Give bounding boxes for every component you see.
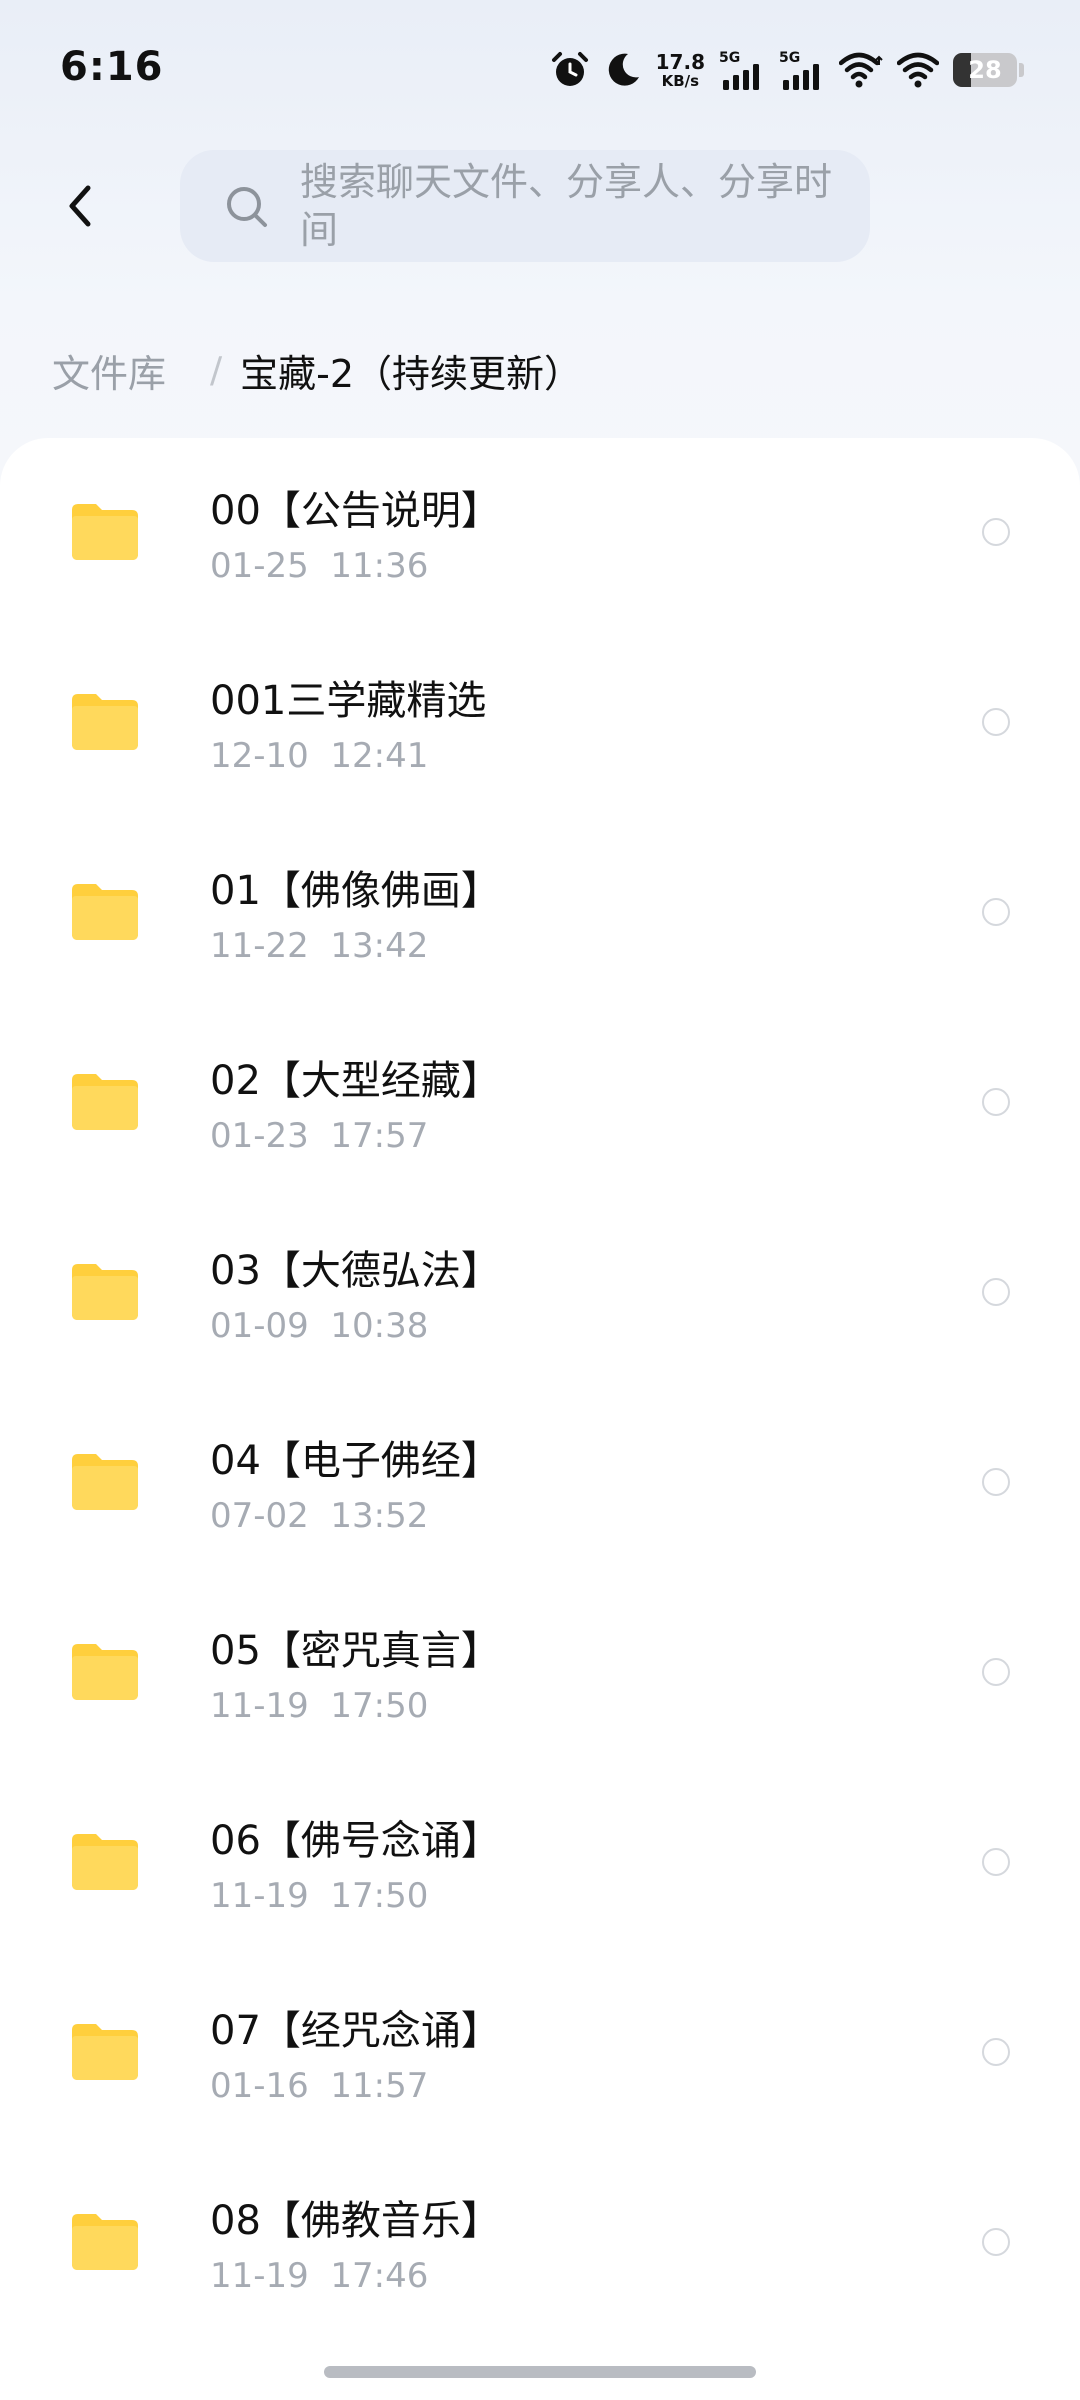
file-list: 00【公告说明】 01-25 11:36 001三学藏精选 12-10 12:4… xyxy=(0,438,1080,2400)
select-radio[interactable] xyxy=(982,2228,1010,2256)
file-name: 08【佛教音乐】 xyxy=(210,2198,501,2244)
file-name: 02【大型经藏】 xyxy=(210,1058,501,1104)
folder-icon xyxy=(72,1644,138,1700)
wifi-icon xyxy=(839,52,883,88)
file-time: 07-02 13:52 xyxy=(210,1496,429,1536)
list-item[interactable]: 04【电子佛经】 07-02 13:52 xyxy=(0,1388,1080,1578)
folder-icon xyxy=(72,2214,138,2270)
file-time: 01-09 10:38 xyxy=(210,1306,429,1346)
select-radio[interactable] xyxy=(982,1088,1010,1116)
folder-icon xyxy=(72,2024,138,2080)
list-item[interactable]: 03【大德弘法】 01-09 10:38 xyxy=(0,1198,1080,1388)
file-time: 01-25 11:36 xyxy=(210,546,429,586)
select-radio[interactable] xyxy=(982,518,1010,546)
alarm-icon xyxy=(551,52,588,86)
battery-icon: 28 xyxy=(953,53,1017,87)
folder-icon xyxy=(72,504,138,560)
folder-icon xyxy=(72,1834,138,1890)
file-time: 11-19 17:50 xyxy=(210,1876,429,1916)
select-radio[interactable] xyxy=(982,1848,1010,1876)
select-radio[interactable] xyxy=(982,898,1010,926)
folder-icon xyxy=(72,884,138,940)
search-icon xyxy=(227,187,267,227)
battery-tip xyxy=(1019,63,1024,77)
folder-icon xyxy=(72,1454,138,1510)
list-item[interactable]: 07【经咒念诵】 01-16 11:57 xyxy=(0,1958,1080,2148)
folder-icon xyxy=(72,694,138,750)
file-time: 12-10 12:41 xyxy=(210,736,429,776)
signal-bars-icon xyxy=(783,64,819,90)
list-item[interactable]: 05【密咒真言】 11-19 17:50 xyxy=(0,1578,1080,1768)
status-time: 6:16 xyxy=(60,44,164,90)
select-radio[interactable] xyxy=(982,1468,1010,1496)
file-name: 00【公告说明】 xyxy=(210,488,501,534)
file-time: 11-19 17:50 xyxy=(210,1686,429,1726)
file-time: 01-23 17:57 xyxy=(210,1116,429,1156)
select-radio[interactable] xyxy=(982,1278,1010,1306)
list-item[interactable]: 01【佛像佛画】 11-22 13:42 xyxy=(0,818,1080,1008)
search-input[interactable] xyxy=(300,158,840,254)
list-item[interactable]: 06【佛号念诵】 11-19 17:50 xyxy=(0,1768,1080,1958)
file-name: 04【电子佛经】 xyxy=(210,1438,501,1484)
status-bar: 6:16 17.8 KB/s 5G 5G 28 xyxy=(0,0,1080,140)
select-radio[interactable] xyxy=(982,708,1010,736)
file-name: 03【大德弘法】 xyxy=(210,1248,501,1294)
network-speed-value: 17.8 xyxy=(655,49,705,74)
chevron-left-icon xyxy=(69,185,91,227)
file-time: 01-16 11:57 xyxy=(210,2066,429,2106)
breadcrumb-current: 宝藏-2（持续更新） xyxy=(240,351,583,396)
file-time: 11-22 13:42 xyxy=(210,926,429,966)
network-speed: 17.8 KB/s xyxy=(656,52,705,89)
sim1-signal: 5G xyxy=(719,50,765,90)
search-box[interactable] xyxy=(180,150,870,262)
file-time: 11-19 17:46 xyxy=(210,2256,429,2296)
file-name: 07【经咒念诵】 xyxy=(210,2008,501,2054)
breadcrumb: 文件库 / 宝藏-2（持续更新） xyxy=(52,340,582,400)
home-indicator[interactable] xyxy=(324,2366,756,2378)
folder-icon xyxy=(72,1264,138,1320)
breadcrumb-root[interactable]: 文件库 xyxy=(52,343,166,398)
file-name: 05【密咒真言】 xyxy=(210,1628,501,1674)
file-name: 01【佛像佛画】 xyxy=(210,868,501,914)
wifi-icon xyxy=(897,52,939,88)
status-icons: 17.8 KB/s 5G 5G 28 xyxy=(550,48,1024,92)
list-item[interactable]: 00【公告说明】 01-25 11:36 xyxy=(0,438,1080,628)
list-item[interactable]: 08【佛教音乐】 11-19 17:46 xyxy=(0,2148,1080,2338)
signal-bars-icon xyxy=(723,64,759,90)
folder-icon xyxy=(72,1074,138,1130)
back-button[interactable] xyxy=(44,170,116,242)
list-item[interactable]: 02【大型经藏】 01-23 17:57 xyxy=(0,1008,1080,1198)
file-name: 001三学藏精选 xyxy=(210,678,487,724)
breadcrumb-separator: / xyxy=(210,349,223,391)
file-name: 06【佛号念诵】 xyxy=(210,1818,501,1864)
list-item[interactable]: 001三学藏精选 12-10 12:41 xyxy=(0,628,1080,818)
do-not-disturb-moon-icon xyxy=(608,53,639,86)
sim2-signal: 5G xyxy=(779,50,825,90)
select-radio[interactable] xyxy=(982,2038,1010,2066)
select-radio[interactable] xyxy=(982,1658,1010,1686)
battery-level: 28 xyxy=(968,56,1002,84)
network-speed-unit: KB/s xyxy=(661,71,700,90)
